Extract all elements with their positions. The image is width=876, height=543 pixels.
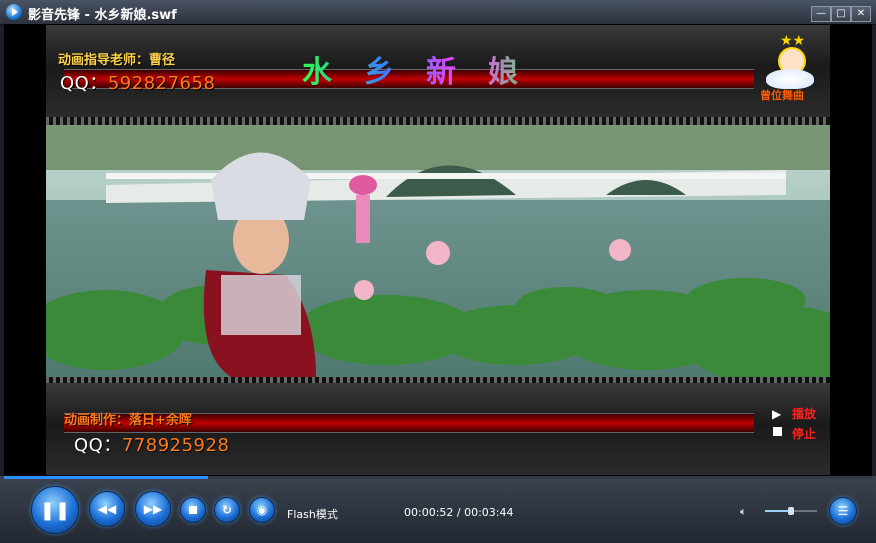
flash-play-button[interactable]: 播放 xyxy=(792,405,816,422)
time-display: 00:00:52 / 00:03:44 xyxy=(404,506,514,519)
top-qq-text: QQ：592827658 xyxy=(60,73,216,94)
stop-icon xyxy=(181,498,205,522)
volume-knob[interactable] xyxy=(788,507,794,515)
disc-icon: ◉ xyxy=(256,503,268,517)
volume-slider[interactable] xyxy=(765,507,817,515)
video-stage[interactable]: 动画指导老师：曹径 QQ：592827658 水乡新娘 ★★ 曾位舞曲 动画制作… xyxy=(4,24,872,476)
seek-progress xyxy=(4,476,208,479)
loop-button[interactable]: ↻ xyxy=(214,497,240,523)
playlist-icon: ☰ xyxy=(837,504,849,518)
angel-badge: ★★ 曾位舞曲 xyxy=(760,33,816,103)
speaker-icon[interactable]: 🔈︎ xyxy=(740,505,752,518)
pause-button[interactable]: ❚❚ xyxy=(31,486,79,534)
rewind-icon: ◀◀ xyxy=(97,502,117,516)
forward-button[interactable]: ▶▶ xyxy=(135,491,171,527)
bottom-credit-text: 动画制作：落日+余晖 xyxy=(64,413,192,428)
lake-bridge-scene xyxy=(46,125,830,377)
song-title: 水乡新娘 xyxy=(302,47,550,91)
top-credit-text: 动画指导老师：曹径 xyxy=(58,53,176,68)
scene-photo xyxy=(46,125,830,377)
flash-stop-icon[interactable] xyxy=(773,427,782,436)
mode-label: Flash模式 xyxy=(287,508,338,521)
corner-badge: 曾位舞曲 xyxy=(760,89,804,102)
flash-stop-button[interactable]: 停止 xyxy=(792,425,816,442)
top-banner: 动画指导老师：曹径 QQ：592827658 水乡新娘 ★★ 曾位舞曲 xyxy=(46,25,830,117)
film-strip-top xyxy=(46,117,830,125)
playlist-button[interactable]: ☰ xyxy=(829,497,857,525)
rewind-button[interactable]: ◀◀ xyxy=(89,491,125,527)
forward-icon: ▶▶ xyxy=(143,502,163,516)
window-title: 影音先锋 - 水乡新娘.swf xyxy=(28,8,177,23)
bottom-banner: 动画制作：落日+余晖 QQ：778925928 ▶ 播放 停止 xyxy=(46,383,830,475)
maximize-button[interactable]: □ xyxy=(831,6,851,22)
minimize-button[interactable]: — xyxy=(811,6,831,22)
pause-icon: ❚❚ xyxy=(39,499,71,521)
loop-icon: ↻ xyxy=(221,503,233,517)
stop-button[interactable] xyxy=(180,497,206,523)
close-button[interactable]: ✕ xyxy=(851,6,871,22)
bottom-qq-text: QQ：778925928 xyxy=(74,435,230,456)
app-logo-icon xyxy=(6,4,22,20)
flash-play-icon[interactable]: ▶ xyxy=(772,407,781,421)
flash-movie[interactable]: 动画指导老师：曹径 QQ：592827658 水乡新娘 ★★ 曾位舞曲 动画制作… xyxy=(46,25,830,475)
wings-icon xyxy=(766,69,814,89)
title-bar: 影音先锋 - 水乡新娘.swf — □ ✕ xyxy=(0,0,876,25)
seek-bar[interactable] xyxy=(4,476,872,479)
disc-button[interactable]: ◉ xyxy=(249,497,275,523)
